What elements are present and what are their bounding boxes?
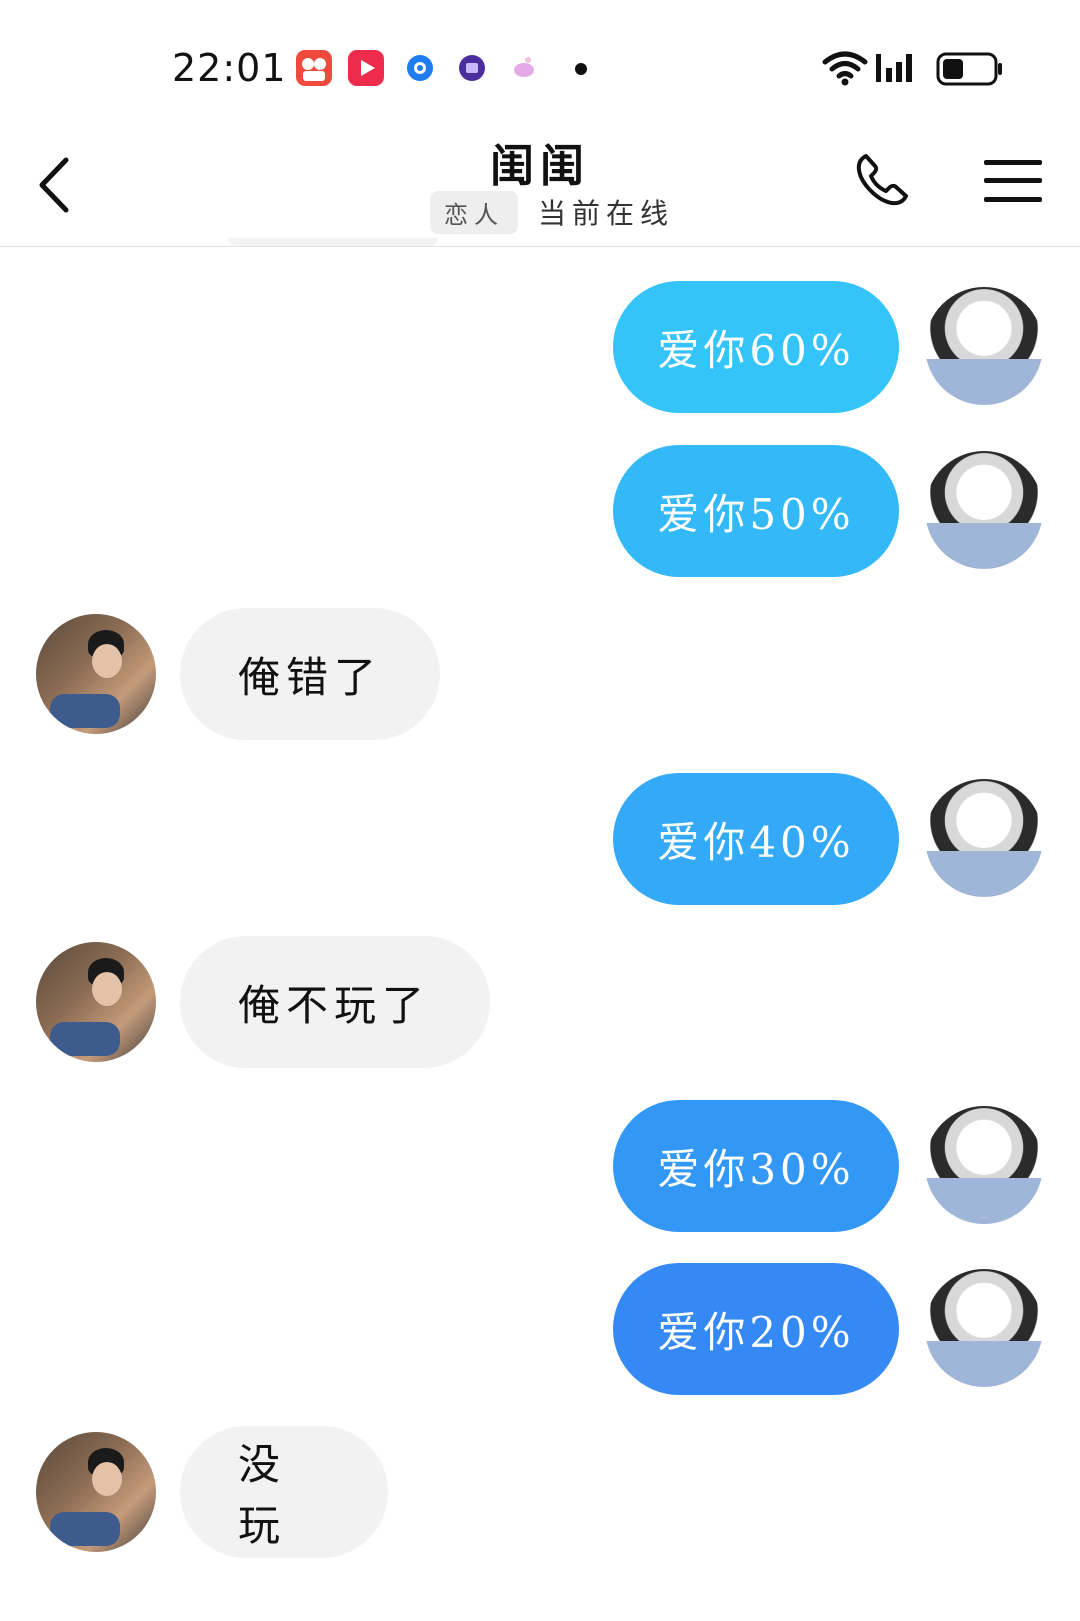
previous-message-edge — [228, 238, 438, 246]
status-time: 22:01 — [172, 46, 287, 90]
message-bubble-outgoing[interactable]: 爱你40% — [613, 773, 899, 905]
contact-subtitle: 恋人 当前在线 — [430, 190, 675, 234]
message-bubble-outgoing[interactable]: 爱你30% — [613, 1100, 899, 1232]
menu-icon[interactable] — [984, 158, 1042, 204]
my-avatar[interactable] — [925, 287, 1043, 405]
relationship-tag: 恋人 — [430, 190, 518, 234]
status-bar: 22:01 — [0, 0, 1080, 120]
message-row-outgoing: 爱你20% — [0, 1261, 1080, 1397]
battery-icon — [936, 52, 1002, 86]
message-bubble-incoming[interactable]: 没玩 — [180, 1426, 388, 1558]
browser-app-icon — [402, 50, 438, 86]
video-app-icon — [348, 50, 384, 86]
message-bubble-outgoing[interactable]: 爱你60% — [613, 281, 899, 413]
contact-avatar[interactable] — [36, 614, 156, 734]
contact-avatar[interactable] — [36, 942, 156, 1062]
contact-name: 闺闺 — [490, 141, 590, 192]
purple-app-icon — [454, 50, 490, 86]
message-row-outgoing: 爱你50% — [0, 443, 1080, 579]
message-bubble-incoming[interactable]: 俺不玩了 — [180, 936, 490, 1068]
chat-header: 闺闺 恋人 当前在线 — [0, 120, 1080, 247]
my-avatar[interactable] — [925, 779, 1043, 897]
message-row-incoming: 俺不玩了 — [0, 934, 1080, 1070]
message-bubble-outgoing[interactable]: 爱你20% — [613, 1263, 899, 1395]
signal-icon — [876, 54, 912, 82]
my-avatar[interactable] — [925, 1106, 1043, 1224]
message-row-outgoing: 爱你60% — [0, 279, 1080, 415]
my-avatar[interactable] — [925, 451, 1043, 569]
message-row-incoming: 没玩 — [0, 1424, 1080, 1560]
pink-app-icon — [506, 50, 542, 86]
online-status: 当前在线 — [538, 197, 675, 230]
kuaishou-app-icon — [296, 50, 332, 86]
message-bubble-incoming[interactable]: 俺错了 — [180, 608, 440, 740]
message-row-outgoing: 爱你40% — [0, 771, 1080, 907]
wifi-icon — [822, 51, 868, 86]
contact-avatar[interactable] — [36, 1432, 156, 1552]
message-row-outgoing: 爱你30% — [0, 1098, 1080, 1234]
message-bubble-outgoing[interactable]: 爱你50% — [613, 445, 899, 577]
message-row-incoming: 俺错了 — [0, 606, 1080, 742]
notification-dot — [575, 63, 587, 75]
phone-call-icon[interactable] — [852, 150, 912, 210]
my-avatar[interactable] — [925, 1269, 1043, 1387]
